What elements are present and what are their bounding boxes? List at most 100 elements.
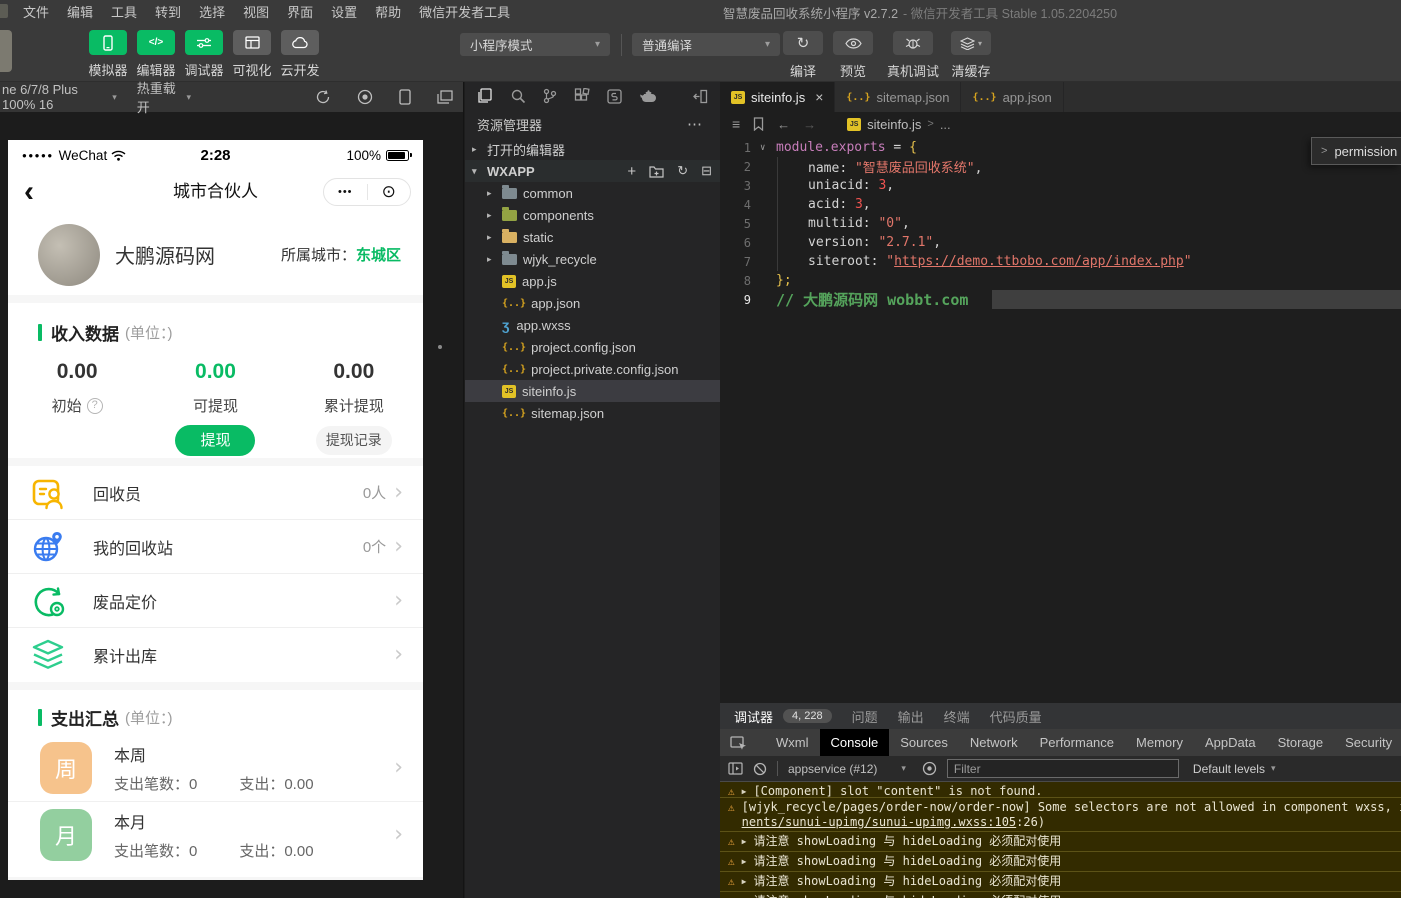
files-icon[interactable]: [477, 88, 493, 104]
expense-row-week[interactable]: 周 本周 支出笔数：0支出：0.00 ›: [8, 734, 423, 801]
console-warning[interactable]: ⚠ ▶ [Component] slot "content" is not fo…: [720, 782, 1401, 798]
project-root[interactable]: ▾ WXAPP + ↻ ⊟: [465, 160, 720, 182]
teapot-icon[interactable]: [639, 89, 657, 103]
outline-list-icon[interactable]: ≡: [732, 116, 740, 132]
menu-devtools[interactable]: 微信开发者工具: [410, 2, 519, 21]
tab-code-quality[interactable]: 代码质量: [990, 707, 1042, 726]
close-icon[interactable]: ×: [815, 89, 823, 105]
tab-problems[interactable]: 问题: [852, 707, 878, 726]
device-debug-button[interactable]: 真机调试: [884, 31, 942, 80]
devtools-tab-performance[interactable]: Performance: [1029, 729, 1125, 756]
menu-item-stations[interactable]: 我的回收站 0个 ›: [8, 520, 423, 574]
log-levels-dropdown[interactable]: Default levels ▾: [1193, 762, 1276, 776]
cloud-dev-button[interactable]: 云开发: [276, 30, 324, 79]
tab-terminal[interactable]: 终端: [944, 707, 970, 726]
preview-button[interactable]: 预览: [831, 31, 875, 80]
menu-tools[interactable]: 工具: [102, 2, 146, 21]
divider-handle[interactable]: [438, 345, 442, 349]
debugger-toggle-button[interactable]: 调试器: [180, 30, 228, 79]
source-link[interactable]: nents/sunui-upimg/sunui-upimg.wxss:105: [742, 815, 1017, 829]
menu-goto[interactable]: 转到: [146, 2, 190, 21]
inspect-element-icon[interactable]: [730, 735, 747, 751]
file-siteinfo-js[interactable]: JS siteinfo.js: [465, 380, 720, 402]
tab-app-json[interactable]: {..} app.json: [961, 82, 1063, 112]
expand-icon[interactable]: ▶: [742, 877, 747, 886]
compile-button[interactable]: ↻ 编译: [781, 31, 825, 80]
new-file-icon[interactable]: +: [627, 163, 636, 180]
device-selector[interactable]: ne 6/7/8 Plus 100% 16: [2, 82, 107, 112]
snippets-icon[interactable]: [607, 89, 622, 104]
visualize-toggle-button[interactable]: 可视化: [228, 30, 276, 79]
multi-window-icon[interactable]: [437, 90, 453, 104]
folder-static[interactable]: ▸ static: [465, 226, 720, 248]
menu-file[interactable]: 文件: [14, 2, 58, 21]
eye-watch-icon[interactable]: [922, 761, 937, 776]
git-branch-icon[interactable]: [543, 88, 557, 104]
menu-item-outbound[interactable]: 累计出库 ›: [8, 628, 423, 682]
devtools-tab-sources[interactable]: Sources: [889, 729, 959, 756]
expand-icon[interactable]: ▶: [742, 837, 747, 846]
bookmark-icon[interactable]: [753, 117, 764, 131]
help-icon[interactable]: ?: [87, 398, 103, 414]
console-warning[interactable]: ⚠ [wjyk_recycle/pages/order-now/order-no…: [720, 798, 1401, 832]
collapse-panel-icon[interactable]: [693, 89, 708, 104]
url-link[interactable]: https://demo.ttbobo.com/app/index.php: [894, 254, 1184, 269]
menu-interface[interactable]: 界面: [278, 2, 322, 21]
more-actions-icon[interactable]: ⋯: [687, 115, 702, 133]
fold-icon[interactable]: ∨: [760, 143, 776, 153]
filter-input[interactable]: [947, 759, 1179, 778]
withdraw-button[interactable]: 提现: [175, 425, 255, 456]
new-folder-icon[interactable]: [649, 165, 664, 178]
file-app-json[interactable]: {..} app.json: [465, 292, 720, 314]
menu-item-recyclers[interactable]: 回收员 0人 ›: [8, 466, 423, 520]
device-frame-icon[interactable]: [399, 89, 411, 105]
devtools-tab-storage[interactable]: Storage: [1267, 729, 1335, 756]
expand-icon[interactable]: ▶: [742, 857, 747, 866]
extensions-icon[interactable]: [574, 88, 590, 104]
console-warning[interactable]: ⚠ ▶ 请注意 showLoading 与 hideLoading 必须配对使用: [720, 852, 1401, 872]
file-project-config[interactable]: {..} project.config.json: [465, 336, 720, 358]
search-icon[interactable]: [510, 88, 526, 104]
tab-output[interactable]: 输出: [898, 707, 924, 726]
avatar[interactable]: [38, 224, 100, 286]
expense-row-month[interactable]: 月 本月 支出笔数：0支出：0.00 ›: [8, 801, 423, 868]
folder-components[interactable]: ▸ components: [465, 204, 720, 226]
simulator-toggle-button[interactable]: 模拟器: [84, 30, 132, 79]
tab-siteinfo-js[interactable]: JS siteinfo.js ×: [720, 82, 835, 112]
context-selector[interactable]: appservice (#12) ▾: [788, 762, 906, 776]
open-editors-section[interactable]: ▸ 打开的编辑器: [465, 138, 720, 160]
tab-debugger[interactable]: 调试器: [734, 707, 773, 726]
close-target-icon[interactable]: ⊙: [368, 179, 411, 205]
city-link[interactable]: 东城区: [356, 247, 401, 264]
menu-view[interactable]: 视图: [234, 2, 278, 21]
more-dots-icon[interactable]: •••: [324, 186, 367, 198]
folder-wjyk-recycle[interactable]: ▸ wjyk_recycle: [465, 248, 720, 270]
back-arrow-icon[interactable]: ←: [777, 117, 790, 132]
devtools-tab-network[interactable]: Network: [959, 729, 1029, 756]
code-editor[interactable]: 1∨ module.exports = { 2 name: "智慧废品回收系统"…: [720, 136, 1401, 309]
withdraw-history-button[interactable]: 提现记录: [316, 426, 392, 455]
console-warning[interactable]: ⚠ ▶ 请注意 showLoading 与 hideLoading 必须配对使用: [720, 872, 1401, 892]
record-icon[interactable]: [357, 89, 373, 105]
file-app-wxss[interactable]: ʒ app.wxss: [465, 314, 720, 336]
collapse-all-icon[interactable]: ⊟: [701, 163, 712, 179]
menu-settings[interactable]: 设置: [322, 2, 366, 21]
user-avatar[interactable]: [0, 30, 12, 72]
console-warning[interactable]: ⚠ ▶ 请注意 showLoading 与 hideLoading 必须配对使用: [720, 832, 1401, 852]
menu-help[interactable]: 帮助: [366, 2, 410, 21]
file-project-private-config[interactable]: {..} project.private.config.json: [465, 358, 720, 380]
console-warning[interactable]: ⚠ ▶ 请注意 showLoading 与 hideLoading 必须配对使用: [720, 892, 1401, 898]
folder-common[interactable]: ▸ common: [465, 182, 720, 204]
menu-item-pricing[interactable]: 废品定价 ›: [8, 574, 423, 628]
tab-sitemap-json[interactable]: {..} sitemap.json: [835, 82, 961, 112]
refresh-simulator-icon[interactable]: [315, 89, 331, 105]
devtools-tab-wxml[interactable]: Wxml: [765, 729, 820, 756]
sidebar-toggle-icon[interactable]: [728, 762, 743, 775]
devtools-tab-appdata[interactable]: AppData: [1194, 729, 1267, 756]
breadcrumb[interactable]: JS siteinfo.js > ...: [847, 117, 950, 132]
file-app-js[interactable]: JS app.js: [465, 270, 720, 292]
devtools-tab-security[interactable]: Security: [1334, 729, 1401, 756]
clear-console-icon[interactable]: [753, 762, 767, 776]
forward-arrow-icon[interactable]: →: [803, 117, 816, 132]
file-sitemap-json[interactable]: {..} sitemap.json: [465, 402, 720, 424]
